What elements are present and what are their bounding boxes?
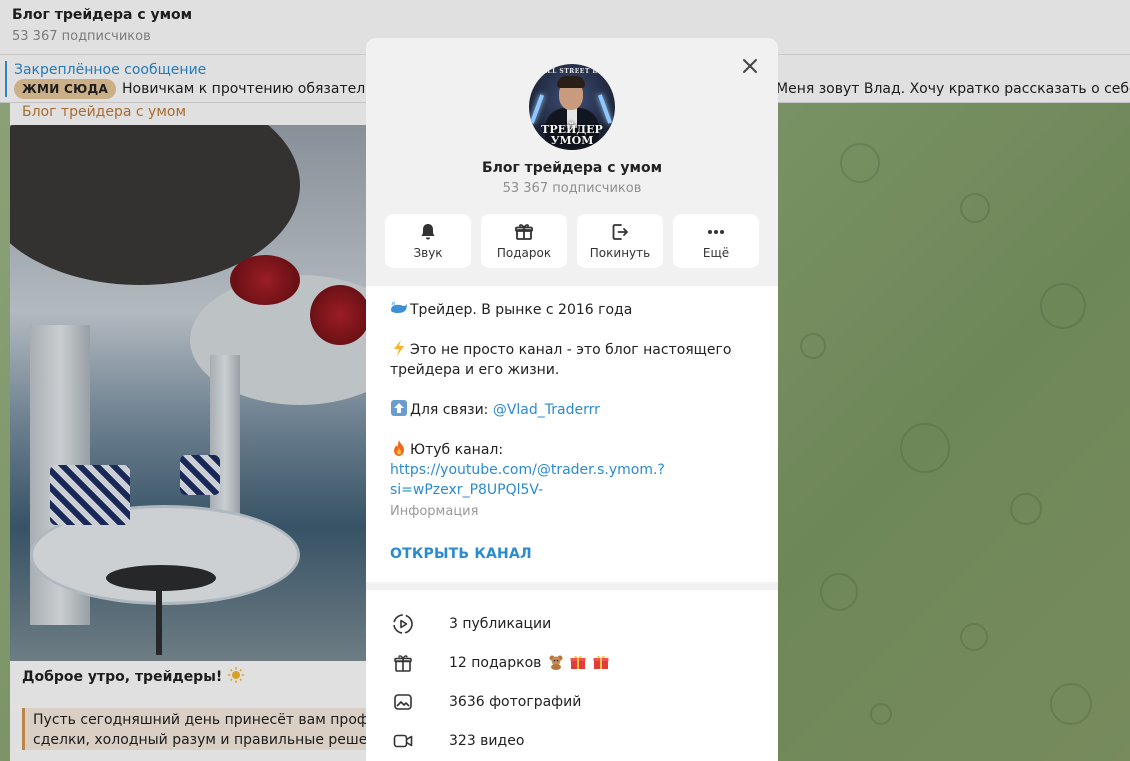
leave-icon [610,222,630,242]
youtube-link[interactable]: https://youtube.com/@trader.s.ymom.? [390,462,665,478]
fire-emoji-icon [394,440,404,456]
lightning-emoji-icon [394,340,404,356]
channel-avatar[interactable]: WALL STREET BOY ТРЕЙДЕР УМОМ [529,64,615,150]
description-contact: Для связи: @Vlad_Traderrr [390,400,754,420]
whale-emoji-icon [391,301,407,313]
channel-stats: 3 публикации 12 подарков 3636 фотографий [366,590,778,761]
channel-description: Трейдер. В рынке с 2016 года Это не прос… [366,286,778,582]
stories-icon [392,613,414,635]
open-channel-button[interactable]: ОТКРЫТЬ КАНАЛ [390,546,532,562]
leave-button[interactable]: Покинуть [577,214,663,268]
stat-gifts-text: 12 подарков [449,653,609,673]
stat-videos-text: 323 видео [449,733,525,749]
gift-icon [514,222,534,242]
description-line: Это не просто канал - это блог настоящег… [390,340,754,360]
contact-link[interactable]: @Vlad_Traderrr [493,402,600,418]
channel-info-modal: WALL STREET BOY ТРЕЙДЕР УМОМ Блог трейде… [366,38,778,761]
action-buttons: Звук Подарок Покинуть Ещё [385,214,759,268]
description-line: Трейдер. В рынке с 2016 года [390,300,754,320]
channel-title: Блог трейдера с умом [481,160,663,176]
more-button-label: Ещё [702,246,730,260]
stat-publications[interactable]: 3 публикации [366,604,778,643]
stat-gifts[interactable]: 12 подарков [366,643,778,682]
mute-button[interactable]: Звук [385,214,471,268]
avatar-logo-text: ТРЕЙДЕР УМОМ [541,123,603,147]
gift-emoji-icon [570,655,586,669]
teddy-bear-icon [549,655,563,670]
up-arrow-emoji-icon [391,400,407,416]
stat-photos[interactable]: 3636 фотографий [366,682,778,721]
bell-icon [418,222,438,242]
close-button[interactable] [738,54,762,78]
channel-subscribers: 53 367 подписчиков [502,181,642,196]
video-icon [392,730,414,752]
info-label: Информация [390,504,479,519]
gift-emoji-icon [593,655,609,669]
stat-videos[interactable]: 323 видео [366,721,778,760]
gift-button[interactable]: Подарок [481,214,567,268]
close-icon [743,59,757,73]
more-button[interactable]: Ещё [673,214,759,268]
leave-button-label: Покинуть [589,246,651,260]
gift-box-icon [392,652,414,674]
youtube-link-continued[interactable]: si=wPzexr_P8UPQl5V- [390,482,543,498]
mute-button-label: Звук [413,246,443,260]
description-line: Ютуб канал: [390,440,754,460]
more-icon [706,222,726,242]
stat-publications-text: 3 публикации [449,616,552,632]
gift-button-label: Подарок [496,246,552,260]
photo-icon [392,691,414,713]
stat-photos-text: 3636 фотографий [449,694,582,710]
description-line: трейдера и его жизни. [390,362,560,378]
